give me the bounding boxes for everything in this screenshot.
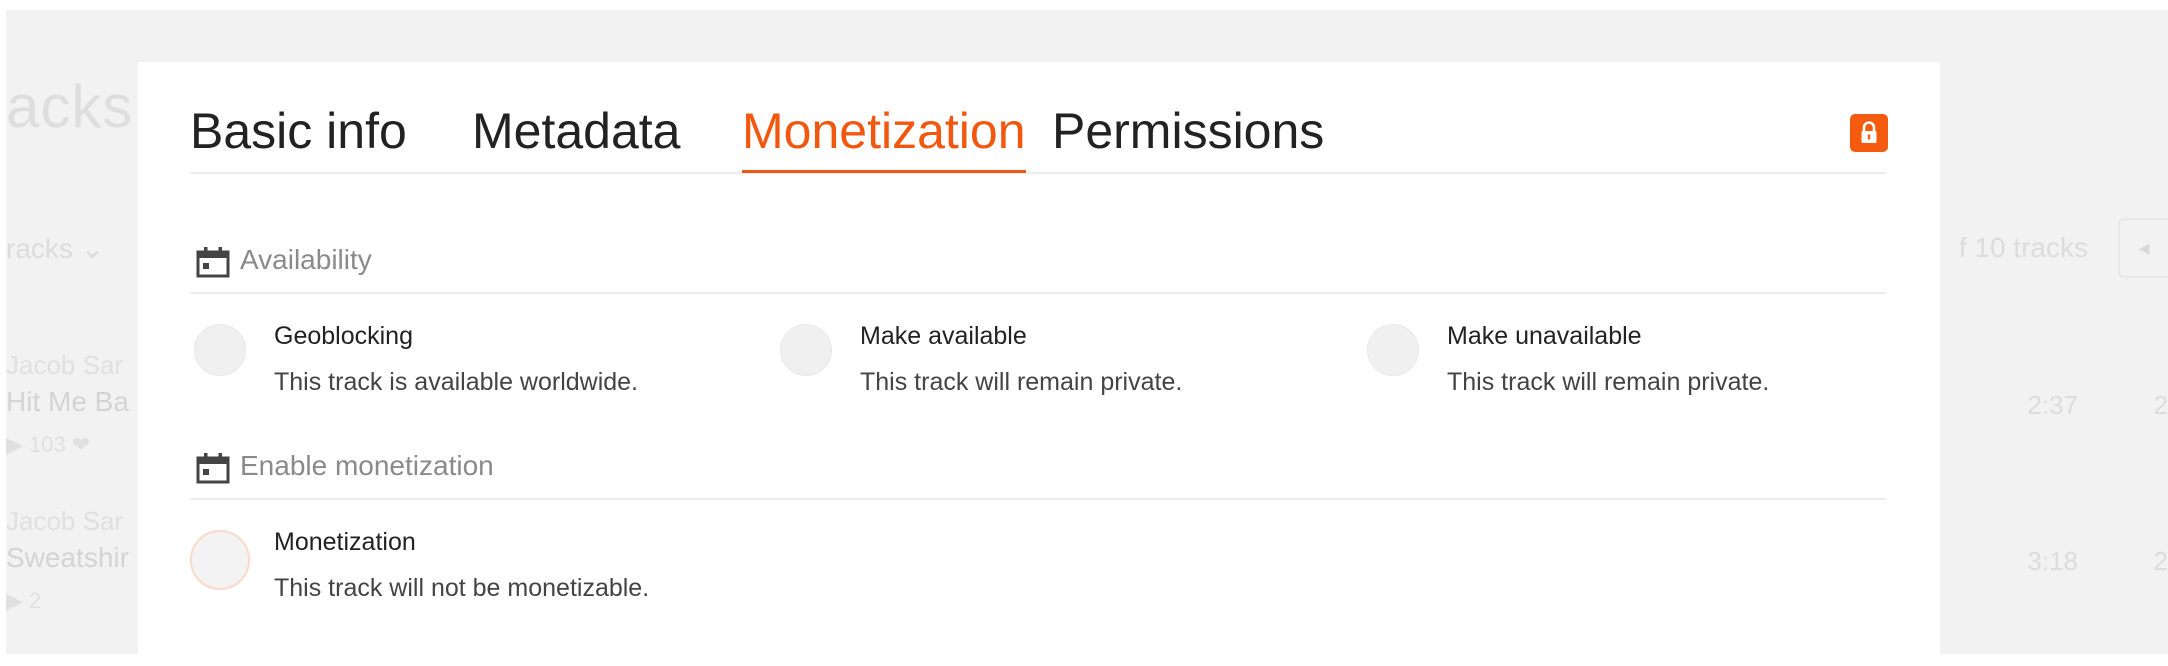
section-label-availability: Availability <box>240 244 372 275</box>
option-description: This track is available worldwide. <box>274 368 639 396</box>
track-extra: 2 <box>2153 390 2168 420</box>
lock-icon <box>1861 121 1877 143</box>
option-monetization[interactable]: Monetization This track will not be mone… <box>190 528 890 628</box>
option-make-available[interactable]: Make available This track will remain pr… <box>780 322 1340 422</box>
tab-permissions[interactable]: Permissions <box>1052 102 1324 172</box>
tab-monetization[interactable]: Monetization <box>742 102 1026 173</box>
option-description: This track will not be monetizable. <box>274 574 650 602</box>
tab-bar: Basic info Metadata Monetization Permiss… <box>190 102 1886 174</box>
availability-section-header: Availability <box>190 230 1886 294</box>
track-extra: 2 <box>2153 546 2168 576</box>
make-available-radio[interactable] <box>780 324 832 376</box>
option-title: Monetization <box>274 528 416 556</box>
track-artist: Jacob Sar <box>6 506 124 536</box>
geoblocking-radio[interactable] <box>194 324 246 376</box>
monetization-radio[interactable] <box>190 530 250 590</box>
track-duration: 2:37 <box>2027 390 2078 420</box>
tab-metadata[interactable]: Metadata <box>472 102 680 172</box>
option-title: Make unavailable <box>1447 322 1642 350</box>
track-stats: ▶ 2 <box>6 588 42 613</box>
option-title: Make available <box>860 322 1027 350</box>
option-geoblocking[interactable]: Geoblocking This track is available worl… <box>194 322 754 422</box>
background-track-count: f 10 tracks <box>1958 232 2088 263</box>
option-make-unavailable[interactable]: Make unavailable This track will remain … <box>1367 322 1927 422</box>
track-title: Sweatshir <box>6 542 129 573</box>
track-edit-modal: Basic info Metadata Monetization Permiss… <box>138 62 1940 666</box>
track-stats: ▶ 103 ❤ <box>6 432 91 457</box>
calendar-icon <box>196 247 230 278</box>
option-description: This track will remain private. <box>860 368 1183 396</box>
track-title: Hit Me Ba <box>6 386 129 417</box>
lock-button[interactable] <box>1850 114 1888 152</box>
track-duration: 3:18 <box>2027 546 2078 576</box>
section-label-enable-monetization: Enable monetization <box>240 450 494 481</box>
monetization-section-header: Enable monetization <box>190 436 1886 500</box>
make-unavailable-radio[interactable] <box>1367 324 1419 376</box>
track-artist: Jacob Sar <box>6 350 124 380</box>
option-title: Geoblocking <box>274 322 413 350</box>
calendar-icon <box>196 453 230 484</box>
background-action-button: ◂ <box>2118 218 2168 278</box>
option-description: This track will remain private. <box>1447 368 1770 396</box>
background-page-title: acks <box>6 73 134 140</box>
tab-basic-info[interactable]: Basic info <box>190 102 407 172</box>
background-filter-dropdown: racks ⌄ <box>6 233 105 264</box>
